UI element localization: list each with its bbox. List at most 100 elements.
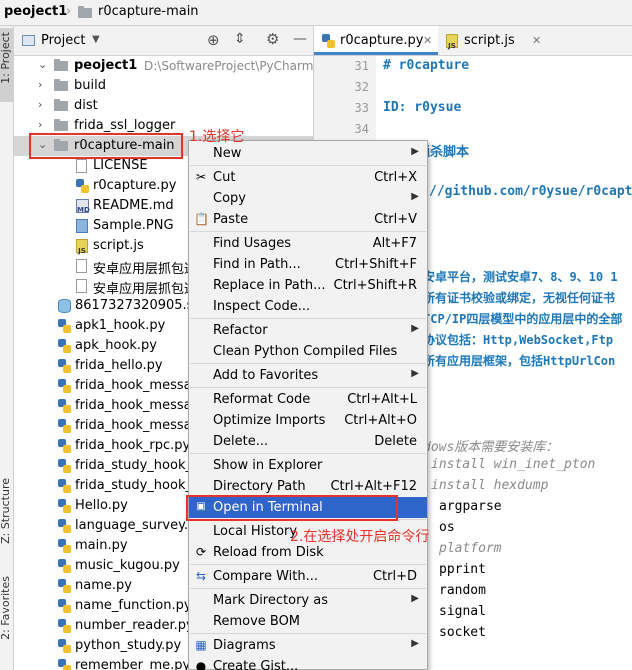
menu-item-optimize-imports[interactable]: Optimize Imports Ctrl+Alt+O <box>189 410 427 431</box>
tree-file-label: python_study.py <box>75 638 182 653</box>
menu-item-inspect-code[interactable]: Inspect Code... <box>189 296 427 317</box>
tree-root-label: peoject1 <box>74 58 138 73</box>
menu-item-clean-python[interactable]: Clean Python Compiled Files <box>189 341 427 362</box>
menu-item-shortcut: Alt+F7 <box>372 236 417 251</box>
tree-file-label: Hello.py <box>75 498 128 513</box>
menu-item-find-usages[interactable]: Find Usages Alt+F7 <box>189 233 427 254</box>
chevron-down-icon[interactable]: ⌄ <box>38 58 47 71</box>
chevron-right-icon[interactable]: › <box>38 78 42 91</box>
menu-item-shortcut: Ctrl+Alt+L <box>347 392 417 407</box>
menu-item-label: Clean Python Compiled Files <box>213 344 398 359</box>
code-line: pprint <box>439 562 486 577</box>
diagram-icon: ▦ <box>195 638 207 652</box>
tree-file-label: main.py <box>75 538 128 553</box>
code-line: 安卓平台，测试安卓7、8、9、10 1 <box>423 270 618 284</box>
code-line: platform <box>439 541 502 556</box>
tree-row-folder[interactable]: › dist <box>14 96 313 116</box>
folder-icon <box>54 79 68 91</box>
expand-all-icon[interactable]: ⇕ <box>234 31 246 47</box>
menu-item-add-to-favorites[interactable]: Add to Favorites ▶ <box>189 365 427 386</box>
menu-item-label: Inspect Code... <box>213 299 311 314</box>
reload-icon: ⟳ <box>195 545 207 559</box>
menu-item-diagrams[interactable]: ▦ Diagrams ▶ <box>189 635 427 656</box>
tree-file-label: frida_hook_messag <box>75 418 200 433</box>
locate-icon[interactable]: ⊕ <box>207 31 220 49</box>
menu-separator <box>190 318 426 319</box>
annotation-box-folder <box>29 133 183 159</box>
menu-separator <box>190 387 426 388</box>
menu-item-shortcut: Delete <box>374 434 417 449</box>
markdown-file-icon: MD <box>76 199 90 214</box>
code-line: random <box>439 583 486 598</box>
tree-file-label: script.js <box>93 238 144 253</box>
compare-icon: ⇆ <box>195 569 207 583</box>
gear-icon[interactable]: ⚙ <box>266 30 279 48</box>
menu-item-delete[interactable]: Delete... Delete <box>189 431 427 452</box>
python-file-icon <box>58 399 71 413</box>
breadcrumb-project[interactable]: peoject1 <box>4 4 67 19</box>
structure-tool-tab-label[interactable]: Z: Structure <box>0 478 12 544</box>
menu-item-create-gist[interactable]: ● Create Gist... <box>189 656 427 670</box>
javascript-file-icon: JS <box>76 239 88 255</box>
chevron-right-icon[interactable]: › <box>38 118 42 131</box>
tree-file-label: frida_hook_messag <box>75 398 200 413</box>
code-line: socket <box>439 625 486 640</box>
menu-item-label: Reload from Disk <box>213 545 324 560</box>
tree-folder-label: frida_ssl_logger <box>74 118 176 133</box>
tree-file-label: apk_hook.py <box>75 338 157 353</box>
submenu-arrow-icon: ▶ <box>411 146 419 157</box>
menu-item-mark-directory-as[interactable]: Mark Directory as ▶ <box>189 590 427 611</box>
menu-item-find-in-path[interactable]: Find in Path... Ctrl+Shift+F <box>189 254 427 275</box>
breadcrumb-separator-icon: › <box>66 4 72 19</box>
close-icon[interactable]: ✕ <box>532 34 541 47</box>
python-file-icon <box>58 619 71 633</box>
menu-item-compare-with[interactable]: ⇆ Compare With... Ctrl+D <box>189 566 427 587</box>
code-line: 协议包括：Http,WebSocket,Ftp <box>423 333 614 347</box>
python-file-icon <box>76 179 89 193</box>
tree-row-folder[interactable]: › build <box>14 76 313 96</box>
python-file-icon <box>58 359 71 373</box>
python-file-icon <box>58 479 71 493</box>
menu-item-new[interactable]: New ▶ <box>189 143 427 164</box>
tree-file-label: frida_study_hook_ja <box>75 458 204 473</box>
chevron-down-icon[interactable]: ▼ <box>92 34 100 45</box>
line-number: 34 <box>354 122 369 136</box>
tree-file-label: music_kugou.py <box>75 558 180 573</box>
project-tool-tab-label[interactable]: 1: Project <box>0 32 12 84</box>
menu-item-reformat-code[interactable]: Reformat Code Ctrl+Alt+L <box>189 389 427 410</box>
annotation-step2: 2.在选择处开启命令行 <box>290 529 430 545</box>
tree-file-label: name.py <box>75 578 132 593</box>
menu-item-shortcut: Ctrl+D <box>372 569 417 584</box>
menu-separator <box>190 564 426 565</box>
menu-item-copy[interactable]: Copy ▶ <box>189 188 427 209</box>
menu-item-label: Local History <box>213 524 298 539</box>
tree-file-label: frida_hello.py <box>75 358 163 373</box>
menu-separator <box>190 231 426 232</box>
minimize-icon[interactable]: — <box>293 31 307 47</box>
menu-item-remove-bom[interactable]: Remove BOM <box>189 611 427 632</box>
python-file-icon <box>58 659 71 670</box>
close-icon[interactable]: ✕ <box>423 34 432 47</box>
menu-item-directory-path[interactable]: Directory Path Ctrl+Alt+F12 <box>189 476 427 497</box>
tree-file-label: frida_study_hook_ja <box>75 478 204 493</box>
code-line: dows版本需要安装库： <box>423 440 559 455</box>
tab-script[interactable]: JS script.js ✕ <box>440 26 550 55</box>
line-number: 31 <box>354 59 369 73</box>
menu-item-replace-in-path[interactable]: Replace in Path... Ctrl+Shift+R <box>189 275 427 296</box>
menu-item-paste[interactable]: 📋 Paste Ctrl+V <box>189 209 427 230</box>
menu-item-label: Remove BOM <box>213 614 301 629</box>
project-panel-title[interactable]: Project <box>41 33 85 48</box>
tab-r0capture[interactable]: r0capture.py ✕ <box>314 26 438 55</box>
menu-item-refactor[interactable]: Refactor ▶ <box>189 320 427 341</box>
submenu-arrow-icon: ▶ <box>411 593 419 604</box>
code-line: 所有应用层框架，包括HttpUrlCon <box>423 354 616 368</box>
python-file-icon <box>58 519 71 533</box>
favorites-tool-tab-label[interactable]: 2: Favorites <box>0 576 12 640</box>
menu-separator <box>190 633 426 634</box>
chevron-right-icon[interactable]: › <box>38 98 42 111</box>
tree-row-root[interactable]: ⌄ peoject1 D:\SoftwareProject\PyCharmPro… <box>14 56 354 76</box>
menu-item-show-in-explorer[interactable]: Show in Explorer <box>189 455 427 476</box>
menu-item-cut[interactable]: ✂ Cut Ctrl+X <box>189 167 427 188</box>
python-file-icon <box>58 319 71 333</box>
breadcrumb-folder[interactable]: r0capture-main <box>98 4 199 19</box>
